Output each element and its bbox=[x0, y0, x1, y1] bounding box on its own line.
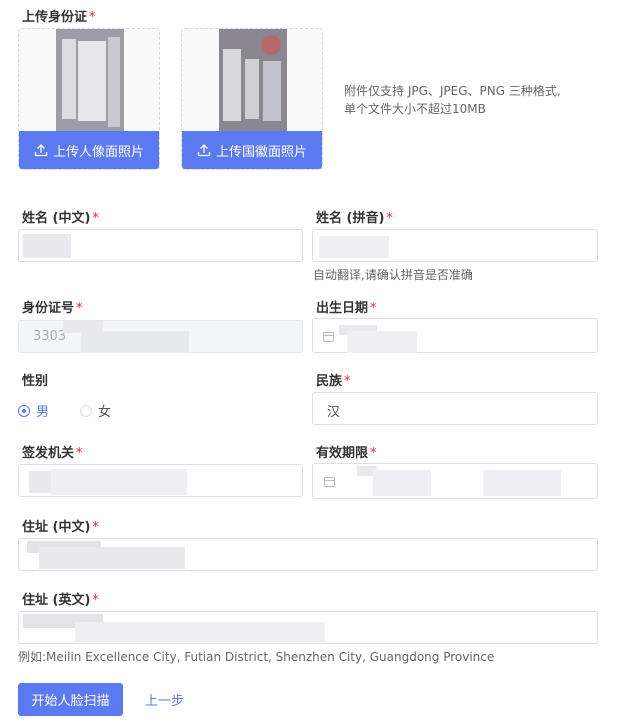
ethnicity-label: 民族 * bbox=[316, 374, 351, 389]
gender-male-radio[interactable]: 男 bbox=[18, 401, 49, 420]
validity-label: 有效期限 * bbox=[316, 446, 377, 461]
validity-range-picker[interactable] bbox=[312, 463, 598, 499]
start-face-scan-button[interactable]: 开始人脸扫描 bbox=[18, 683, 123, 716]
ethnicity-input[interactable]: 汉 bbox=[312, 392, 598, 425]
upload-id-label: 上传身份证 * bbox=[22, 10, 96, 25]
name-cn-label: 姓名 (中文) * bbox=[22, 211, 99, 226]
id-back-preview bbox=[219, 29, 287, 132]
upload-front-card[interactable]: 上传人像面照片 bbox=[18, 28, 160, 170]
name-pinyin-hint: 自动翻译,请确认拼音是否准确 bbox=[313, 268, 473, 282]
name-cn-input[interactable] bbox=[18, 229, 303, 262]
id-number-label: 身份证号 * bbox=[22, 301, 83, 316]
calendar-icon bbox=[324, 477, 335, 487]
upload-back-card[interactable]: 上传国徽面照片 bbox=[181, 28, 323, 170]
name-pinyin-input[interactable] bbox=[312, 229, 598, 262]
address-en-label: 住址 (英文) * bbox=[22, 593, 99, 608]
upload-icon bbox=[197, 143, 211, 157]
radio-checked-icon bbox=[18, 404, 30, 417]
address-en-input[interactable] bbox=[18, 611, 598, 644]
birth-date-picker[interactable] bbox=[312, 318, 598, 353]
id-front-preview bbox=[56, 29, 124, 132]
address-cn-label: 住址 (中文) * bbox=[22, 520, 99, 535]
name-pinyin-label: 姓名 (拼音) * bbox=[316, 211, 393, 226]
upload-back-button[interactable]: 上传国徽面照片 bbox=[182, 131, 322, 169]
issuing-authority-label: 签发机关 * bbox=[22, 446, 83, 461]
previous-step-link[interactable]: 上一步 bbox=[145, 690, 184, 709]
id-number-input[interactable]: 3303 bbox=[18, 320, 303, 353]
upload-icon bbox=[34, 143, 48, 157]
address-cn-input[interactable] bbox=[18, 538, 598, 571]
upload-front-button[interactable]: 上传人像面照片 bbox=[19, 131, 159, 169]
gender-female-radio[interactable]: 女 bbox=[80, 401, 111, 420]
address-en-hint: 例如:Meilin Excellence City, Futian Distri… bbox=[18, 650, 495, 664]
issuing-authority-input[interactable] bbox=[18, 464, 303, 497]
birth-date-label: 出生日期 * bbox=[316, 301, 377, 316]
upload-format-note: 附件仅支持 JPG、JPEG、PNG 三种格式, 单个文件大小不超过10MB bbox=[344, 84, 561, 116]
radio-unchecked-icon bbox=[80, 404, 92, 417]
gender-label: 性别 bbox=[22, 374, 49, 389]
calendar-icon bbox=[323, 332, 334, 342]
